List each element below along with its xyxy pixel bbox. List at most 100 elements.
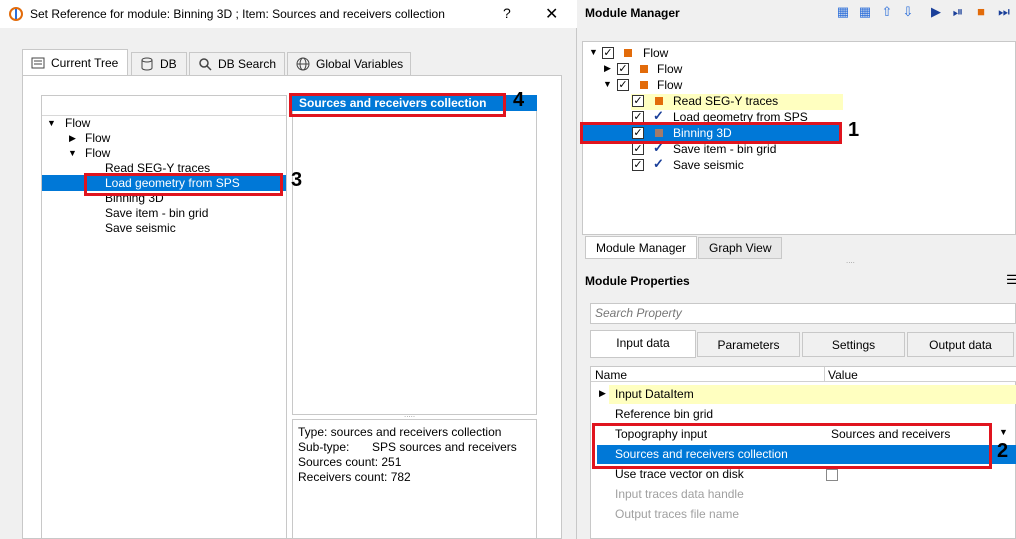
- column-divider: [824, 367, 825, 382]
- prop-topography-input[interactable]: Topography input: [615, 425, 707, 443]
- info-sources-count: Sources count: 251: [298, 455, 402, 469]
- module-checkbox[interactable]: ✓: [632, 95, 644, 107]
- info-receivers-count: Receivers count: 782: [298, 470, 411, 484]
- tab-db-search[interactable]: DB Search: [189, 52, 285, 75]
- tree-item-flow[interactable]: Flow: [85, 146, 110, 161]
- module-checkbox[interactable]: ✓: [617, 63, 629, 75]
- collapse-arrow-icon[interactable]: ▶: [599, 388, 606, 399]
- tree-item-flow-root[interactable]: Flow: [65, 116, 90, 131]
- module-read-segy[interactable]: Read SEG-Y traces: [673, 94, 778, 109]
- properties-menu-icon[interactable]: ☰: [1006, 272, 1016, 288]
- tree-icon: [31, 57, 45, 69]
- check-icon: ✓: [653, 140, 664, 155]
- expand-arrow-icon[interactable]: ▼: [603, 79, 612, 89]
- tree-item-read-segy[interactable]: Read SEG-Y traces: [105, 161, 210, 176]
- marker-1: 1: [848, 119, 860, 141]
- tree-item-binning-3d[interactable]: Binning 3D: [105, 191, 164, 206]
- stop-icon[interactable]: ■: [973, 4, 989, 20]
- tab-label: Settings: [831, 338, 876, 352]
- run-step-icon[interactable]: ⏯: [950, 4, 966, 20]
- tab-label: Global Variables: [316, 57, 404, 71]
- tab-label: DB: [160, 57, 177, 71]
- module-properties-title: Module Properties: [585, 274, 690, 288]
- module-checkbox[interactable]: ✓: [632, 111, 644, 123]
- tree-item-save-bin-grid[interactable]: Save item - bin grid: [105, 206, 208, 221]
- flow-icon: [640, 65, 648, 73]
- module-status-icon: [655, 97, 663, 105]
- run-icon[interactable]: ▶: [928, 4, 944, 20]
- remove-module-icon[interactable]: ▦: [857, 4, 873, 20]
- tab-label: Graph View: [709, 241, 772, 255]
- module-tree-flow-root[interactable]: Flow: [643, 46, 668, 61]
- database-icon: [141, 57, 153, 71]
- splitter-handle[interactable]: .....: [404, 410, 415, 419]
- close-button[interactable]: ✕: [545, 4, 558, 24]
- use-trace-vector-checkbox[interactable]: [826, 469, 838, 481]
- tab-output-data[interactable]: Output data: [907, 332, 1014, 357]
- module-checkbox[interactable]: ✓: [632, 127, 644, 139]
- prop-topography-input-value[interactable]: Sources and receivers: [831, 425, 950, 443]
- tab-global-variables[interactable]: Global Variables: [287, 52, 411, 75]
- module-checkbox[interactable]: ✓: [632, 143, 644, 155]
- tree-item-flow[interactable]: Flow: [85, 131, 110, 146]
- module-save-bin-grid[interactable]: Save item - bin grid: [673, 142, 776, 157]
- column-header-name[interactable]: Name: [595, 368, 627, 382]
- module-checkbox[interactable]: ✓: [602, 47, 614, 59]
- help-button[interactable]: ?: [503, 5, 511, 21]
- module-tree-flow[interactable]: Flow: [657, 62, 682, 77]
- tree-header: [42, 96, 286, 116]
- info-subtype-value: SPS sources and receivers: [372, 440, 517, 454]
- module-load-geometry[interactable]: Load geometry from SPS: [673, 110, 808, 125]
- tab-label: DB Search: [218, 57, 277, 71]
- run-all-icon[interactable]: ⏭: [996, 4, 1012, 20]
- tab-label: Input data: [616, 336, 670, 350]
- collapse-arrow-icon[interactable]: ▶: [69, 131, 76, 146]
- prop-reference-bin-grid[interactable]: Reference bin grid: [615, 405, 713, 423]
- prop-use-trace-vector[interactable]: Use trace vector on disk: [615, 465, 744, 483]
- tab-module-manager[interactable]: Module Manager: [585, 236, 698, 259]
- expand-arrow-icon[interactable]: ▼: [589, 47, 598, 57]
- tab-label: Output data: [929, 338, 992, 352]
- flow-icon: [640, 81, 648, 89]
- move-down-icon[interactable]: ⇩: [900, 4, 916, 20]
- move-up-icon[interactable]: ⇧: [879, 4, 895, 20]
- tab-input-data[interactable]: Input data: [590, 330, 696, 358]
- add-module-icon[interactable]: ▦: [835, 4, 851, 20]
- data-items-list[interactable]: [292, 95, 537, 415]
- marker-3: 3: [291, 169, 303, 191]
- module-tree-flow[interactable]: Flow: [657, 78, 682, 93]
- dropdown-arrow-icon[interactable]: ▼: [999, 427, 1008, 437]
- flow-icon: [624, 49, 632, 57]
- check-icon: ✓: [653, 156, 664, 171]
- tab-db[interactable]: DB: [131, 52, 187, 75]
- info-type: Type: sources and receivers collection: [298, 425, 502, 439]
- module-save-seismic[interactable]: Save seismic: [673, 158, 744, 173]
- list-item-sources-receivers[interactable]: Sources and receivers collection: [299, 96, 486, 111]
- module-checkbox[interactable]: ✓: [632, 159, 644, 171]
- globe-icon: [296, 57, 310, 71]
- marker-4: 4: [513, 89, 525, 111]
- tab-graph-view[interactable]: Graph View: [698, 237, 783, 259]
- property-search-input[interactable]: Search Property: [590, 303, 1016, 324]
- tree-item-save-seismic[interactable]: Save seismic: [105, 221, 176, 236]
- module-binning-3d[interactable]: Binning 3D: [673, 126, 732, 141]
- properties-table-header: [591, 367, 1016, 382]
- tab-parameters[interactable]: Parameters: [697, 332, 800, 357]
- expand-arrow-icon[interactable]: ▼: [68, 146, 77, 161]
- tree-item-load-geometry[interactable]: Load geometry from SPS: [105, 176, 240, 191]
- column-header-value[interactable]: Value: [828, 368, 858, 382]
- set-reference-dialog: Set Reference for module: Binning 3D ; I…: [0, 0, 577, 539]
- module-manager-title: Module Manager: [585, 6, 680, 20]
- module-checkbox[interactable]: ✓: [617, 79, 629, 91]
- tab-settings[interactable]: Settings: [802, 332, 905, 357]
- dialog-title: Set Reference for module: Binning 3D ; I…: [30, 7, 445, 21]
- dialog-titlebar: Set Reference for module: Binning 3D ; I…: [0, 0, 577, 28]
- splitter-handle[interactable]: ....: [846, 256, 855, 265]
- tab-current-tree[interactable]: Current Tree: [22, 49, 128, 76]
- prop-input-traces-data-handle: Input traces data handle: [615, 487, 744, 501]
- prop-input-dataitem[interactable]: Input DataItem: [615, 385, 694, 403]
- prop-sources-receivers-collection[interactable]: Sources and receivers collection: [615, 445, 788, 463]
- expand-arrow-icon[interactable]: ▼: [47, 116, 56, 131]
- prop-output-traces-file-name: Output traces file name: [615, 507, 740, 521]
- collapse-arrow-icon[interactable]: ▶: [604, 63, 611, 74]
